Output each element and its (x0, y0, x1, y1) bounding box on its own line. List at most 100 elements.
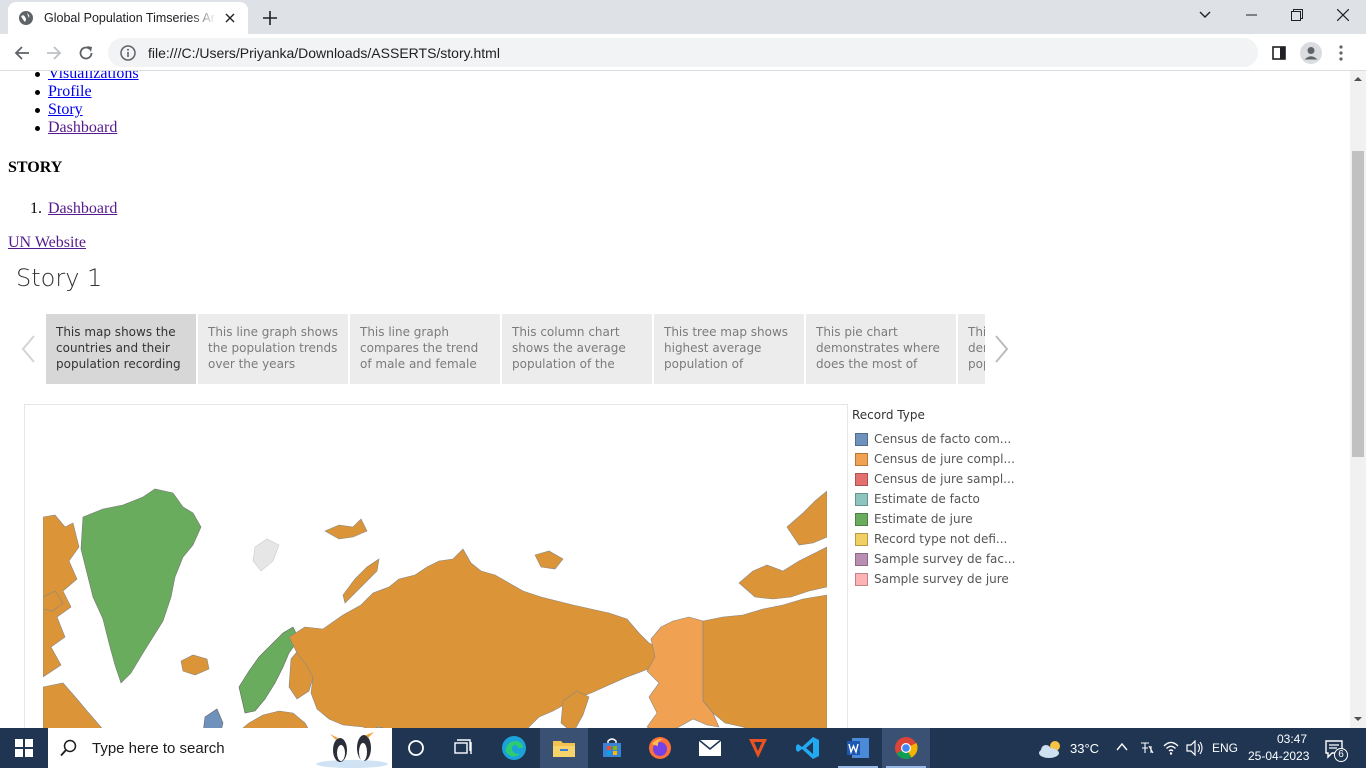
wifi-icon[interactable] (1163, 740, 1179, 756)
legend: Record Type Census de facto com... Censu… (852, 408, 1022, 589)
legend-label: Estimate de jure (874, 512, 973, 526)
vscode-icon[interactable] (784, 728, 832, 768)
url-text: file:///C:/Users/Priyanka/Downloads/ASSE… (148, 44, 500, 61)
world-map[interactable] (43, 487, 827, 728)
legend-swatch (855, 452, 868, 466)
map-region-uk[interactable] (203, 708, 224, 728)
map-region-arctic-islands[interactable] (324, 518, 368, 540)
weather-cloud-icon[interactable] (1037, 739, 1063, 759)
close-tab-icon[interactable] (222, 10, 238, 26)
weather-temperature[interactable]: 33°C (1070, 741, 1099, 756)
clock-date[interactable]: 25-04-2023 (1248, 749, 1309, 763)
legend-label: Census de jure sampl... (874, 472, 1015, 486)
nav-list: Visualizations Profile Story Dashboard (8, 71, 139, 137)
chevron-left-icon[interactable] (18, 333, 40, 365)
chevron-right-icon[interactable] (990, 333, 1012, 365)
legend-item[interactable]: Sample survey de fac... (852, 549, 1022, 569)
legend-item[interactable]: Estimate de jure (852, 509, 1022, 529)
nav-link-dashboard[interactable]: Dashboard (48, 119, 117, 136)
dashboard-link[interactable]: Dashboard (48, 200, 117, 217)
task-view-icon[interactable] (440, 728, 488, 768)
story-points-navigator: This map shows the countries and their p… (46, 314, 985, 384)
legend-title: Record Type (852, 408, 925, 422)
nav-link-visualizations[interactable]: Visualizations (48, 71, 139, 82)
notification-count-badge: 6 (1334, 748, 1348, 762)
legend-item[interactable]: Census de jure compl... (852, 449, 1022, 469)
chevron-up-icon[interactable] (1116, 742, 1128, 752)
ordered-list: 1. Dashboard (8, 200, 117, 218)
legend-item[interactable]: Census de facto com... (852, 429, 1022, 449)
nav-item-dashboard: Dashboard (8, 119, 139, 137)
volume-icon[interactable] (1186, 740, 1204, 756)
map-region-canada-south[interactable] (43, 682, 113, 728)
map-region-greenland[interactable] (80, 488, 202, 684)
side-panel-icon[interactable] (1265, 39, 1293, 67)
page-scrollbar[interactable] (1350, 71, 1366, 728)
legend-item[interactable]: Estimate de facto (852, 489, 1022, 509)
legend-item[interactable]: Record type not defi... (852, 529, 1022, 549)
forward-arrow-icon[interactable] (40, 39, 68, 67)
browser-tab[interactable]: Global Population Timseries Analysis (8, 2, 248, 34)
map-region-siberian-islands[interactable] (534, 550, 564, 570)
nav-item-story: Story (8, 101, 139, 119)
story-point-3[interactable]: This line graph compares the trend of ma… (350, 314, 500, 384)
vlc-like-app-icon[interactable] (734, 728, 782, 768)
reload-icon[interactable] (72, 39, 100, 67)
un-website-link[interactable]: UN Website (8, 234, 86, 251)
chrome-icon[interactable] (882, 728, 930, 768)
penguins-illustration-icon (316, 732, 388, 768)
edge-browser-icon[interactable] (490, 728, 538, 768)
browser-toolbar: file:///C:/Users/Priyanka/Downloads/ASSE… (0, 34, 1366, 71)
legend-label: Census de jure compl... (874, 452, 1015, 466)
firefox-icon[interactable] (636, 728, 684, 768)
map-region-iceland[interactable] (180, 654, 210, 676)
legend-swatch (855, 532, 868, 546)
nav-link-story[interactable]: Story (48, 101, 83, 118)
clock-time[interactable]: 03:47 (1262, 732, 1322, 746)
page-viewport: Visualizations Profile Story Dashboard S… (0, 71, 1350, 728)
scroll-thumb[interactable] (1352, 151, 1364, 457)
info-icon[interactable] (120, 44, 136, 61)
profile-avatar-icon[interactable] (1297, 39, 1325, 67)
microsoft-store-icon[interactable] (588, 728, 636, 768)
legend-item[interactable]: Census de jure sampl... (852, 469, 1022, 489)
story-point-6[interactable]: This pie chart demonstrates where does t… (806, 314, 956, 384)
cortana-icon[interactable] (392, 728, 440, 768)
scroll-up-arrow-icon[interactable] (1353, 74, 1363, 84)
map-region-ellesmere[interactable] (786, 490, 827, 546)
story-point-2[interactable]: This line graph shows the population tre… (198, 314, 348, 384)
menu-kebab-icon[interactable] (1327, 39, 1355, 67)
taskbar-search-box[interactable]: Type here to search (48, 728, 392, 768)
map-region-canada-east[interactable] (702, 594, 827, 728)
nav-link-profile[interactable]: Profile (48, 83, 92, 100)
map-region-russia[interactable] (288, 548, 664, 728)
new-tab-icon[interactable] (258, 6, 282, 30)
story-point-5[interactable]: This tree map shows highest average popu… (654, 314, 804, 384)
minimize-icon[interactable] (1228, 0, 1274, 30)
scroll-down-arrow-icon[interactable] (1353, 714, 1363, 724)
back-arrow-icon[interactable] (8, 39, 36, 67)
tab-search-icon[interactable] (1182, 0, 1228, 30)
mail-icon[interactable] (686, 728, 734, 768)
legend-swatch (855, 432, 868, 446)
restore-icon[interactable] (1274, 0, 1320, 30)
map-region-europe[interactable] (229, 710, 315, 728)
story-point-7[interactable]: This chart demonstrates population (958, 314, 985, 384)
story-point-1[interactable]: This map shows the countries and their p… (46, 314, 196, 384)
address-bar[interactable]: file:///C:/Users/Priyanka/Downloads/ASSE… (108, 38, 1258, 67)
input-method-icon[interactable] (1139, 740, 1155, 756)
windows-start-icon[interactable] (0, 728, 48, 768)
map-visualization[interactable] (24, 404, 848, 728)
story-point-4[interactable]: This column chart shows the average popu… (502, 314, 652, 384)
map-region-svalbard (252, 538, 280, 572)
legend-item[interactable]: Sample survey de jure (852, 569, 1022, 589)
file-explorer-icon[interactable] (540, 728, 588, 768)
language-indicator[interactable]: ENG (1212, 741, 1238, 755)
map-region-canadian-arctic[interactable] (738, 546, 827, 600)
legend-swatch (855, 512, 868, 526)
close-window-icon[interactable] (1320, 0, 1366, 30)
legend-label: Estimate de facto (874, 492, 980, 506)
legend-label: Census de facto com... (874, 432, 1012, 446)
word-icon[interactable] (834, 728, 882, 768)
legend-label: Sample survey de jure (874, 572, 1009, 586)
